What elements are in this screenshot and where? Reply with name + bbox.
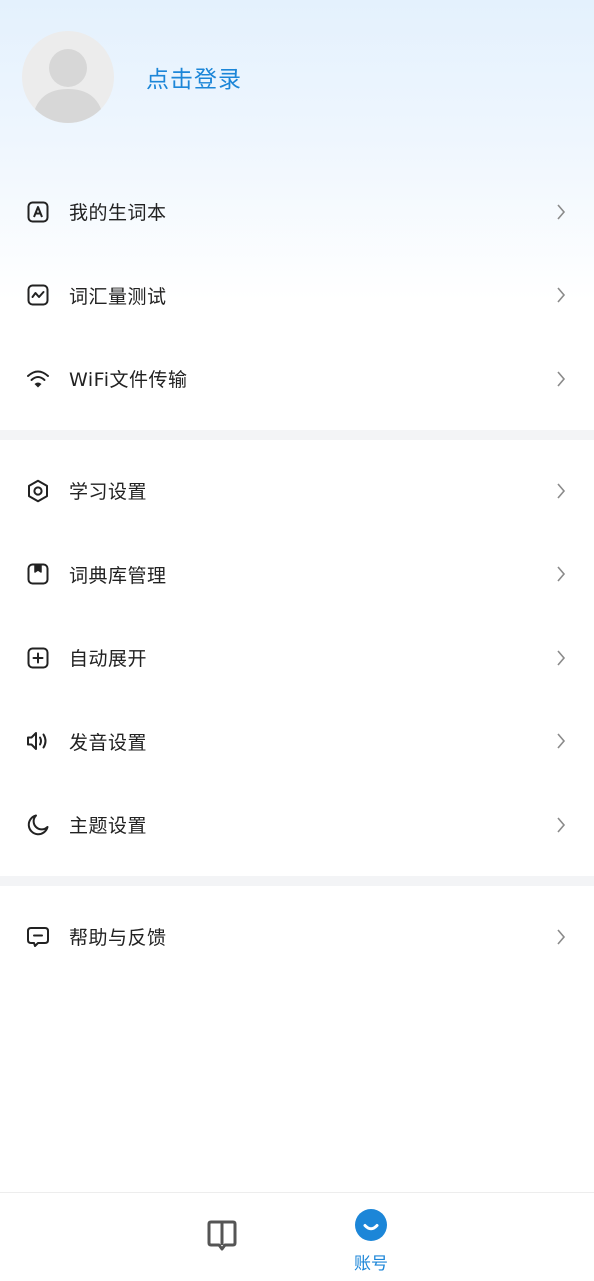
message-box-icon	[26, 925, 50, 949]
line-chart-box-icon	[26, 283, 50, 307]
chevron-right-icon	[554, 481, 568, 501]
menu-group-settings: 学习设置 词典库管理 自动展开 发音设置 主题设置	[0, 449, 594, 867]
menu-item-dictionary-management[interactable]: 词典库管理	[0, 533, 594, 617]
chevron-right-icon	[554, 731, 568, 751]
chevron-right-icon	[554, 927, 568, 947]
chevron-right-icon	[554, 815, 568, 835]
moon-icon	[26, 813, 50, 837]
profile-header[interactable]: 点击登录	[22, 31, 242, 123]
menu-item-auto-expand[interactable]: 自动展开	[0, 616, 594, 700]
hexagon-settings-icon	[26, 479, 50, 503]
menu-item-label: 学习设置	[69, 481, 148, 504]
wifi-icon	[26, 367, 50, 391]
menu-item-theme-settings[interactable]: 主题设置	[0, 783, 594, 867]
menu-item-vocabulary-test[interactable]: 词汇量测试	[0, 254, 594, 338]
login-link[interactable]: 点击登录	[146, 60, 242, 94]
menu-item-wifi-transfer[interactable]: WiFi文件传输	[0, 337, 594, 421]
menu-item-label: 发音设置	[69, 731, 148, 754]
speaker-icon	[26, 729, 50, 753]
tab-label: 账号	[354, 1254, 388, 1274]
menu-item-pronunciation-settings[interactable]: 发音设置	[0, 700, 594, 784]
smile-face-icon	[355, 1209, 387, 1245]
bookmark-box-icon	[26, 562, 50, 586]
menu-item-label: 我的生词本	[69, 202, 167, 225]
tab-account[interactable]: 账号	[311, 1193, 431, 1281]
menu-item-vocabulary-book[interactable]: 我的生词本	[0, 170, 594, 254]
menu-item-label: 词汇量测试	[69, 285, 167, 308]
menu-item-help-feedback[interactable]: 帮助与反馈	[0, 895, 594, 979]
menu-item-label: 帮助与反馈	[69, 927, 167, 950]
menu-item-study-settings[interactable]: 学习设置	[0, 449, 594, 533]
chevron-right-icon	[554, 202, 568, 222]
book-icon	[205, 1219, 239, 1257]
menu-item-label: WiFi文件传输	[69, 369, 188, 392]
section-divider	[0, 876, 594, 886]
avatar[interactable]	[22, 31, 114, 123]
menu-group-help: 帮助与反馈	[0, 895, 594, 979]
tab-book[interactable]	[162, 1193, 282, 1281]
chevron-right-icon	[554, 285, 568, 305]
plus-box-icon	[26, 646, 50, 670]
section-divider	[0, 430, 594, 440]
menu-item-label: 主题设置	[69, 815, 148, 838]
chevron-right-icon	[554, 564, 568, 584]
chevron-right-icon	[554, 369, 568, 389]
letter-a-box-icon	[26, 200, 50, 224]
default-user-icon	[32, 49, 104, 123]
menu-item-label: 词典库管理	[69, 564, 167, 587]
menu-item-label: 自动展开	[69, 648, 148, 671]
chevron-right-icon	[554, 648, 568, 668]
menu-group-study: 我的生词本 词汇量测试 WiFi文件传输	[0, 170, 594, 421]
bottom-tab-bar: 账号	[0, 1192, 594, 1281]
